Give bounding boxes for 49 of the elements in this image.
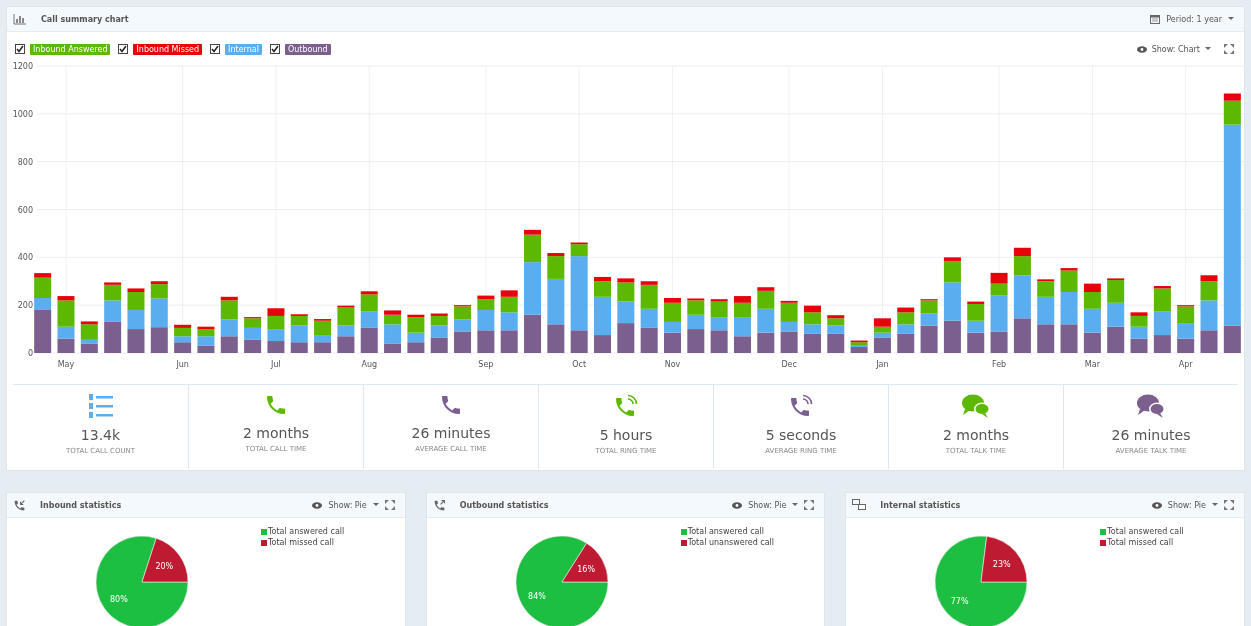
show-dropdown[interactable]: Show: Pie <box>328 500 367 510</box>
axis-label: Jan <box>876 360 889 369</box>
stat-value: 5 seconds <box>765 427 837 443</box>
card-title: Call summary chart <box>41 14 129 24</box>
legend-label: Total missed call <box>268 538 334 547</box>
card-title: Inbound statistics <box>40 500 122 510</box>
axis-label: 600 <box>17 205 33 215</box>
legend-label: Total answered call <box>268 527 345 536</box>
stat-value: 5 hours <box>599 427 653 443</box>
legend-label: Total answered call <box>1107 527 1184 536</box>
period-dropdown[interactable]: Period: 1 year <box>1166 14 1222 24</box>
axis-label: Nov <box>664 360 681 369</box>
series-tag[interactable]: Outbound <box>284 43 331 55</box>
axis-label: Oct <box>572 360 587 369</box>
card-title: Outbound statistics <box>459 500 549 510</box>
axis-label: 1200 <box>12 62 33 71</box>
axis-label: Mar <box>1084 360 1100 369</box>
axis-label: 400 <box>17 253 33 263</box>
axis-label: Aug <box>361 360 378 369</box>
show-dropdown[interactable]: Show: Chart <box>1151 44 1200 54</box>
stat-value: 2 months <box>942 427 1010 443</box>
axis-label: Feb <box>992 360 1007 369</box>
slice-label: 84% <box>527 591 546 601</box>
stat-value: 2 months <box>242 425 310 441</box>
show-dropdown[interactable]: Show: Pie <box>1167 500 1206 510</box>
axis-label: May <box>57 360 75 369</box>
legend-label: Total unanswered call <box>687 538 775 547</box>
axis-label: Sep <box>478 360 494 369</box>
legend-label: Total missed call <box>1107 538 1174 547</box>
slice-label: 20% <box>155 561 174 571</box>
axis-label: Jun <box>176 360 189 369</box>
axis-label: Apr <box>1178 360 1193 369</box>
card-title: Internal statistics <box>880 500 961 510</box>
stat-value: 26 minutes <box>1111 427 1191 443</box>
legend-label: Total answered call <box>687 527 764 536</box>
slice-label: 23% <box>993 559 1011 569</box>
slice-label: 80% <box>110 594 128 604</box>
series-tag[interactable]: Inbound Missed <box>133 43 203 55</box>
stat-value: 26 minutes <box>411 425 491 441</box>
slice-label: 77% <box>951 596 969 606</box>
axis-label: Dec <box>781 360 797 369</box>
axis-label: 1000 <box>12 109 33 119</box>
stat-value: 13.4k <box>80 427 121 443</box>
axis-label: 0 <box>27 349 33 358</box>
axis-label: 200 <box>17 301 33 311</box>
axis-label: 800 <box>17 157 33 167</box>
slice-label: 16% <box>576 564 595 574</box>
show-dropdown[interactable]: Show: Pie <box>748 500 787 510</box>
axis-label: Jul <box>271 360 281 369</box>
